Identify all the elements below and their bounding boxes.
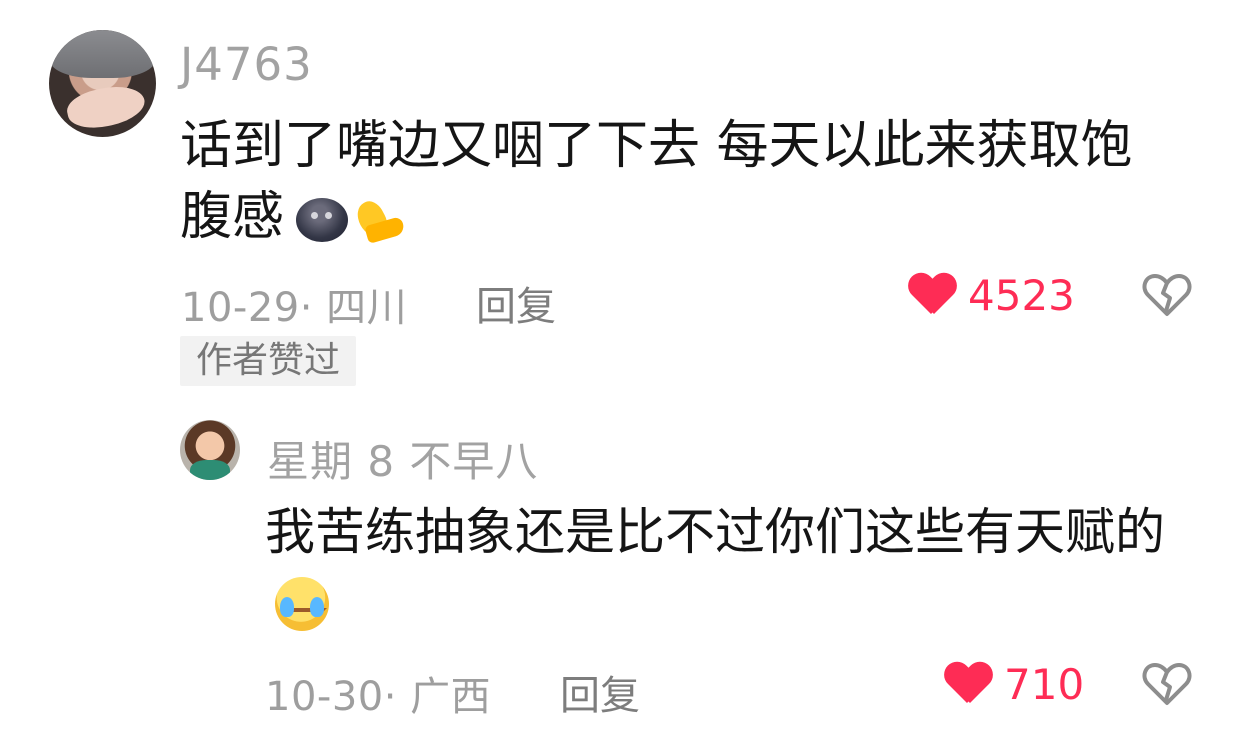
comment-text: 我苦练抽象还是比不过你们这些有天赋的 xyxy=(265,503,1165,561)
username-xingqi-8[interactable]: 星期 8 不早八 xyxy=(267,428,538,489)
like-count: 710 xyxy=(1004,660,1085,709)
reply-button[interactable]: 回复 xyxy=(476,274,556,332)
new-moon-face-icon xyxy=(296,197,349,242)
avatar-j4763[interactable] xyxy=(49,30,156,137)
comment-date-location: 10-30· 广西 xyxy=(265,674,492,720)
heart-icon xyxy=(908,274,956,318)
reply-button[interactable]: 回复 xyxy=(560,663,640,721)
avatar-hair xyxy=(49,30,156,78)
like-button[interactable]: 4523 xyxy=(908,271,1075,320)
like-button[interactable]: 710 xyxy=(944,660,1084,709)
avatar-hand xyxy=(63,80,149,134)
dislike-broken-heart-icon[interactable] xyxy=(1142,659,1192,709)
avatar-shirt xyxy=(190,460,230,480)
avatar-star-period[interactable] xyxy=(180,420,240,480)
comment-text-j4763: 话到了嘴边又咽了下去 每天以此来获取饱腹感 xyxy=(180,111,1175,252)
username-j4763[interactable]: J4763 xyxy=(180,38,313,91)
dislike-broken-heart-icon[interactable] xyxy=(1142,270,1192,320)
heart-icon xyxy=(944,663,992,707)
flexed-biceps-icon xyxy=(350,191,408,249)
comment-date-location: 10-29· 四川 xyxy=(181,285,408,331)
like-count: 4523 xyxy=(968,271,1075,320)
author-liked-badge: 作者赞过 xyxy=(180,336,357,386)
comment-text-xingqi-8: 我苦练抽象还是比不过你们这些有天赋的 xyxy=(265,498,1195,634)
crying-face-icon xyxy=(275,576,329,631)
